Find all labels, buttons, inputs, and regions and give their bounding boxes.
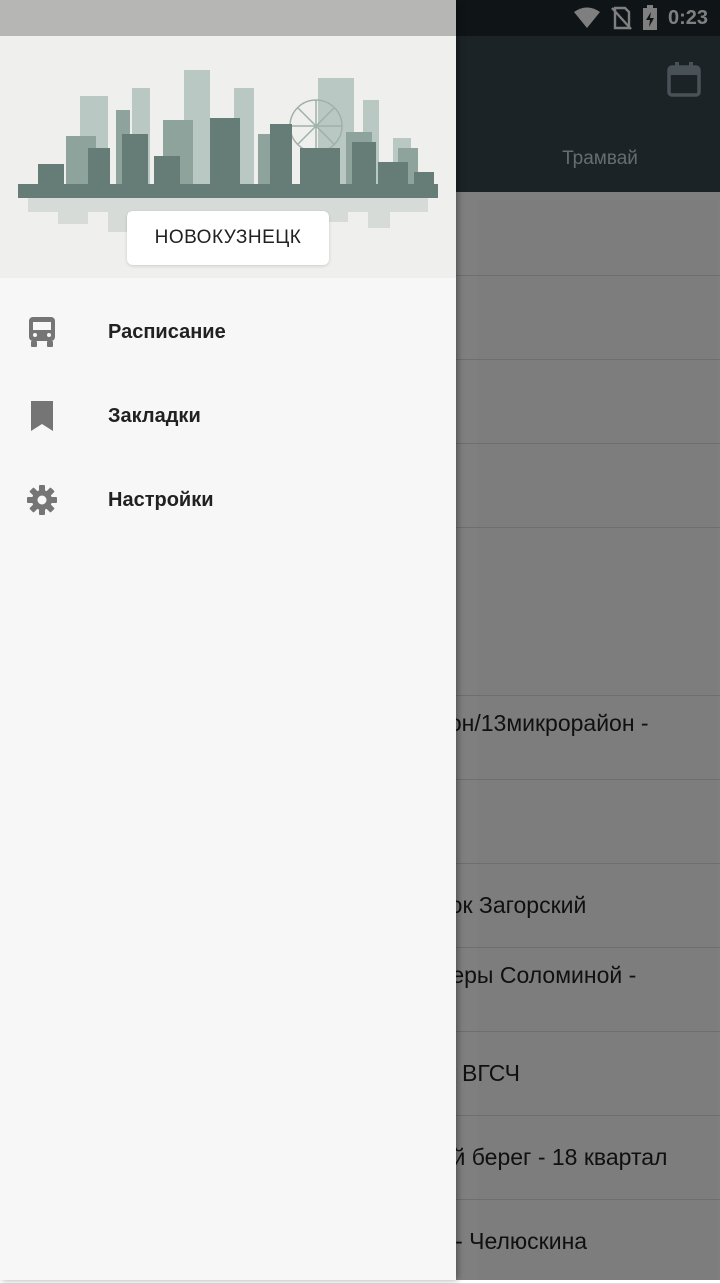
drawer-item-settings[interactable]: Настройки [0,458,456,542]
bookmark-icon [31,401,53,431]
bus-icon [29,317,55,347]
gear-icon [27,485,57,515]
drawer-status-area [0,0,456,36]
city-select-button[interactable]: НОВОКУЗНЕЦК [127,211,329,265]
drawer-item-bookmarks[interactable]: Закладки [0,374,456,458]
navigation-drawer: НОВОКУЗНЕЦК Расписание Закладки Настройк… [0,0,456,1280]
drawer-item-label: Закладки [108,405,201,427]
drawer-item-label: Расписание [108,321,226,343]
drawer-item-label: Настройки [108,489,214,511]
drawer-header: НОВОКУЗНЕЦК [0,36,456,278]
drawer-item-schedule[interactable]: Расписание [0,290,456,374]
